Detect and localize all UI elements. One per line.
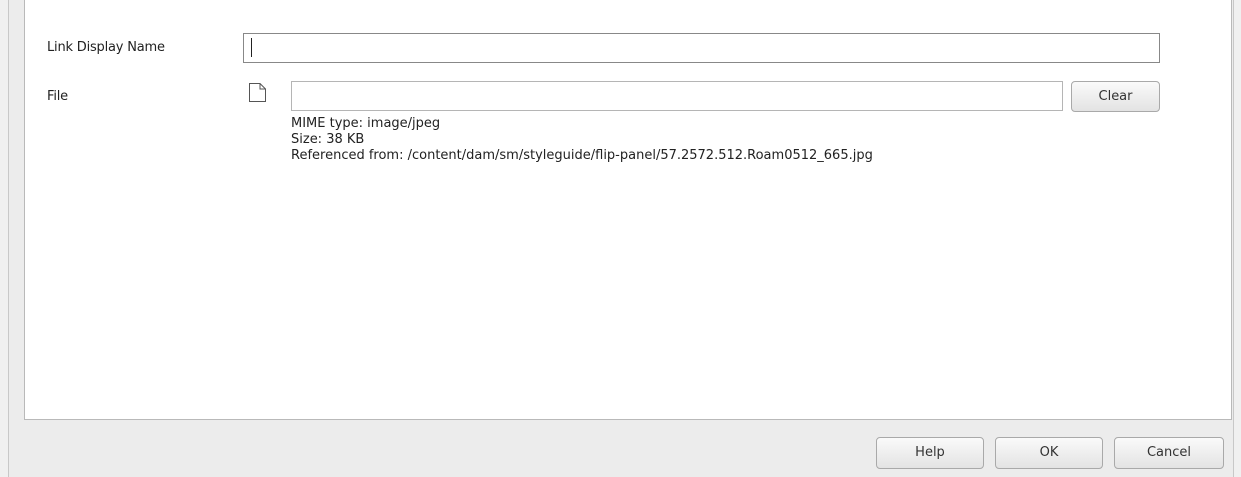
file-icon [249, 83, 266, 102]
ok-button[interactable]: OK [995, 437, 1103, 469]
text-caret [251, 38, 252, 57]
referenced-from-text: Referenced from: /content/dam/sm/stylegu… [291, 148, 873, 163]
file-size-text: Size: 38 KB [291, 132, 365, 147]
link-display-name-input[interactable] [243, 33, 1160, 63]
help-button[interactable]: Help [876, 437, 984, 469]
file-path-input[interactable] [291, 81, 1063, 111]
clear-button[interactable]: Clear [1071, 81, 1160, 112]
file-info: MIME type: image/jpeg Size: 38 KB Refere… [291, 116, 873, 164]
file-label: File [47, 89, 68, 104]
link-display-name-label: Link Display Name [47, 40, 165, 55]
dialog-content-panel [24, 0, 1232, 420]
cancel-button[interactable]: Cancel [1114, 437, 1224, 469]
mime-type-text: MIME type: image/jpeg [291, 116, 441, 131]
